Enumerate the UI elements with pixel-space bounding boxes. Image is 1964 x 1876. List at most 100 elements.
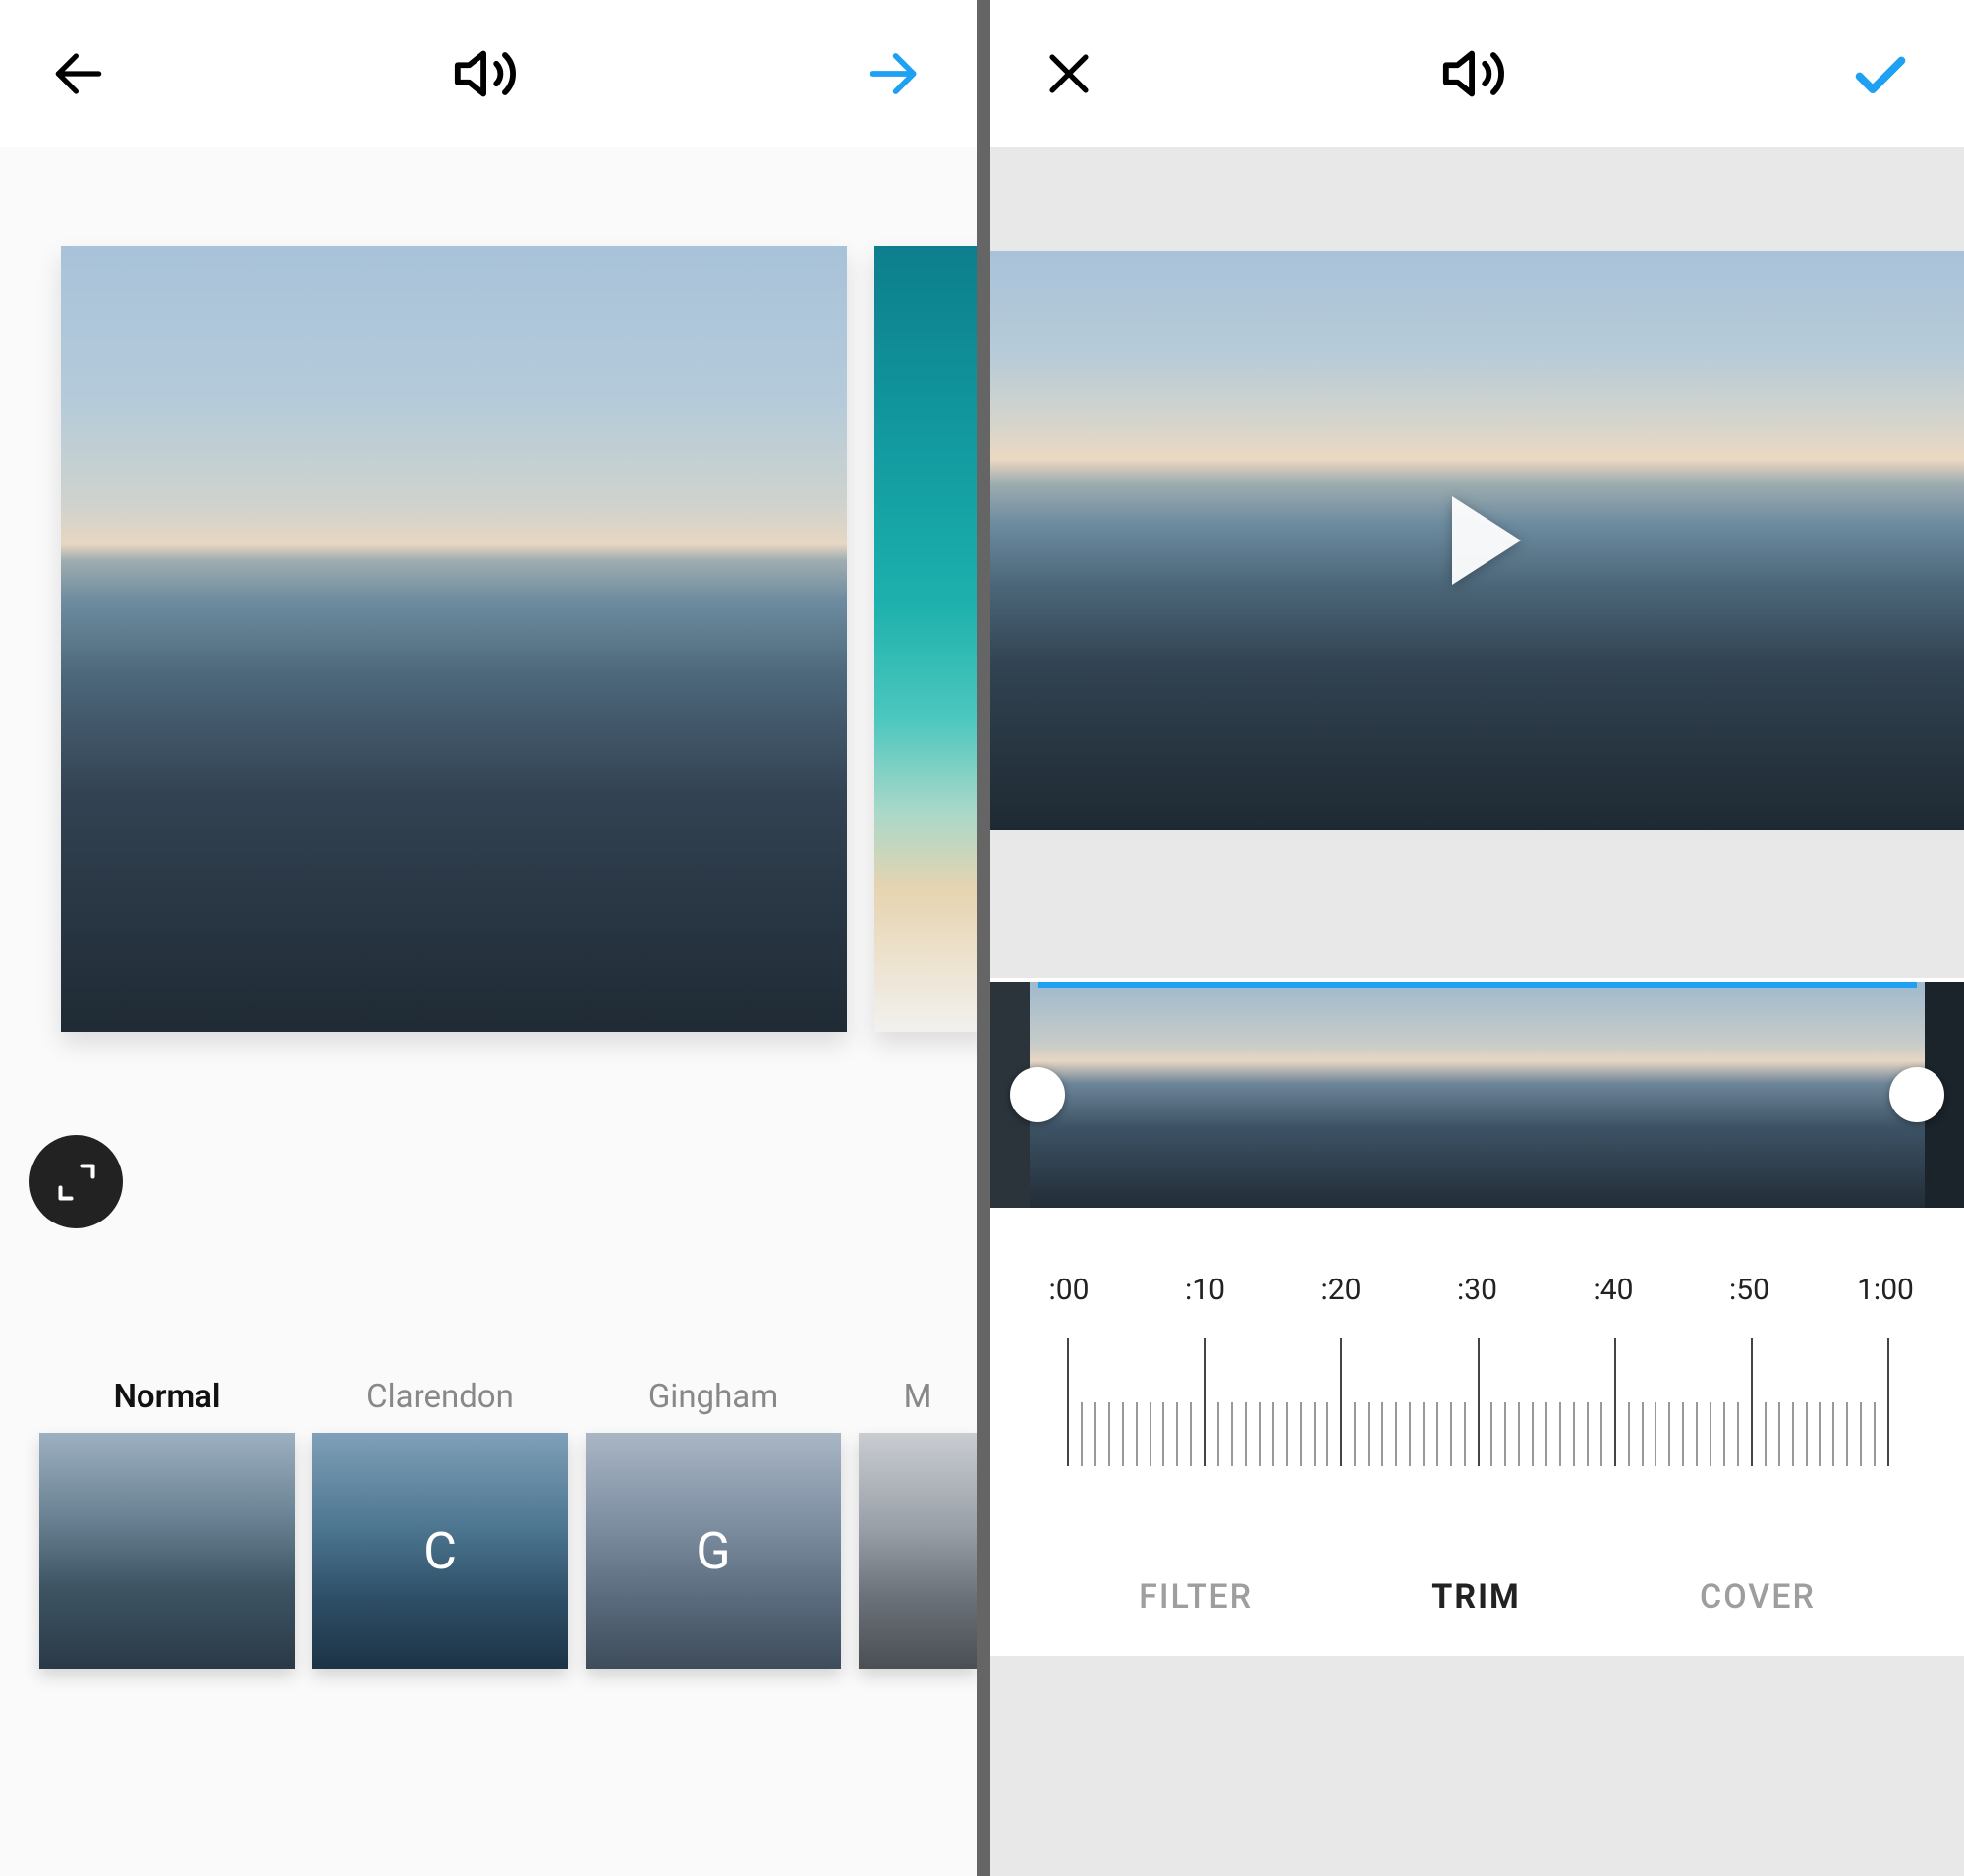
tick-minor <box>1286 1402 1288 1466</box>
tick-major <box>1478 1338 1480 1466</box>
main-preview-image[interactable] <box>61 246 847 1032</box>
tick-minor <box>1504 1402 1506 1466</box>
back-button[interactable] <box>39 34 118 113</box>
tick-minor <box>1737 1402 1739 1466</box>
ruler-labels: :00 :10 :20 :30 :40 :50 1:00 <box>990 1273 1964 1307</box>
tick-minor <box>1668 1402 1670 1466</box>
tick-minor <box>1354 1402 1356 1466</box>
filter-label: Normal <box>39 1370 295 1423</box>
tab-filter[interactable]: FILTER <box>1139 1577 1253 1617</box>
tick-minor <box>1190 1402 1192 1466</box>
sound-toggle-button[interactable] <box>1435 34 1514 113</box>
tick-major <box>1204 1338 1206 1466</box>
tick-minor <box>1696 1402 1698 1466</box>
tick-minor <box>1490 1402 1492 1466</box>
filter-label: Gingham <box>586 1370 841 1423</box>
tab-trim[interactable]: TRIM <box>1431 1577 1521 1617</box>
ruler-label: 1:00 <box>1846 1273 1925 1307</box>
filter-item-partial[interactable]: M <box>859 1370 977 1876</box>
tick-minor <box>1450 1402 1452 1466</box>
tick-major <box>1751 1338 1753 1466</box>
confirm-button[interactable] <box>1841 34 1920 113</box>
tick-minor <box>1710 1402 1711 1466</box>
tick-minor <box>1532 1402 1534 1466</box>
tick-minor <box>1600 1402 1602 1466</box>
trim-frame <box>1478 982 1590 1208</box>
trim-frame <box>1701 982 1813 1208</box>
tick-minor <box>1122 1402 1124 1466</box>
tick-minor <box>1819 1402 1821 1466</box>
time-ruler: :00 :10 :20 :30 :40 :50 1:00 <box>990 1214 1964 1538</box>
ruler-ticks <box>990 1319 1964 1515</box>
filter-thumb[interactable]: G <box>586 1433 841 1669</box>
tick-minor <box>1832 1402 1834 1466</box>
trim-timeline[interactable] <box>990 978 1964 1214</box>
ruler-label: :30 <box>1438 1273 1517 1307</box>
trim-handle-start[interactable] <box>1010 1067 1065 1122</box>
tick-minor <box>1381 1402 1383 1466</box>
tick-minor <box>1395 1402 1397 1466</box>
filter-letter: C <box>423 1521 457 1581</box>
trim-frame <box>1142 982 1254 1208</box>
tick-minor <box>1231 1402 1233 1466</box>
tick-minor <box>1860 1402 1862 1466</box>
header-right <box>990 0 1964 147</box>
tick-minor <box>1806 1402 1808 1466</box>
ruler-label: :40 <box>1574 1273 1653 1307</box>
tick-minor <box>1642 1402 1644 1466</box>
filter-thumb[interactable]: C <box>312 1433 568 1669</box>
trim-editor-pane: :00 :10 :20 :30 :40 :50 1:00 FILTER TRIM… <box>990 0 1964 1876</box>
tick-minor <box>1846 1402 1848 1466</box>
filter-item-normal[interactable]: Normal <box>39 1370 295 1876</box>
tick-minor <box>1326 1402 1328 1466</box>
filter-item-clarendon[interactable]: Clarendon C <box>312 1370 568 1876</box>
tick-minor <box>1259 1402 1261 1466</box>
filter-thumb[interactable] <box>859 1433 977 1669</box>
trim-frame <box>1366 982 1478 1208</box>
next-preview-image[interactable] <box>874 246 977 1032</box>
trim-track[interactable] <box>990 982 1964 1208</box>
filter-editor-pane: Normal Clarendon C Gingham G M <box>0 0 977 1876</box>
trim-handle-end[interactable] <box>1889 1067 1944 1122</box>
tick-minor <box>1436 1402 1438 1466</box>
tick-minor <box>1094 1402 1096 1466</box>
tick-minor <box>1874 1402 1876 1466</box>
tick-minor <box>1628 1402 1630 1466</box>
trim-frame <box>1589 982 1701 1208</box>
tick-minor <box>1545 1402 1547 1466</box>
tab-cover[interactable]: COVER <box>1700 1577 1816 1617</box>
tick-minor <box>1108 1402 1110 1466</box>
tick-minor <box>1723 1402 1725 1466</box>
tick-minor <box>1559 1402 1561 1466</box>
pane-divider <box>977 0 990 1876</box>
tick-minor <box>1655 1402 1656 1466</box>
speaker-icon <box>452 39 521 108</box>
speaker-icon <box>1440 39 1509 108</box>
ruler-label: :00 <box>1030 1273 1108 1307</box>
ruler-label: :10 <box>1166 1273 1245 1307</box>
tick-major <box>1067 1338 1069 1466</box>
tick-minor <box>1423 1402 1425 1466</box>
ruler-label: :20 <box>1302 1273 1380 1307</box>
filter-item-gingham[interactable]: Gingham G <box>586 1370 841 1876</box>
tick-minor <box>1150 1402 1151 1466</box>
filter-thumb[interactable] <box>39 1433 295 1669</box>
right-body: :00 :10 :20 :30 :40 :50 1:00 FILTER TRIM… <box>990 147 1964 1876</box>
arrow-right-icon <box>863 43 924 104</box>
tick-minor <box>1245 1402 1247 1466</box>
tick-minor <box>1272 1402 1274 1466</box>
tick-minor <box>1765 1402 1767 1466</box>
expand-crop-button[interactable] <box>29 1135 123 1228</box>
tick-minor <box>1176 1402 1178 1466</box>
filter-strip[interactable]: Normal Clarendon C Gingham G M <box>0 1346 977 1876</box>
tick-minor <box>1587 1402 1589 1466</box>
close-button[interactable] <box>1030 34 1108 113</box>
tick-minor <box>1409 1402 1411 1466</box>
next-button[interactable] <box>854 34 932 113</box>
sound-toggle-button[interactable] <box>447 34 526 113</box>
tick-minor <box>1682 1402 1684 1466</box>
tick-minor <box>1573 1402 1575 1466</box>
video-preview[interactable] <box>990 251 1964 830</box>
tick-minor <box>1300 1402 1302 1466</box>
tick-minor <box>1217 1402 1219 1466</box>
